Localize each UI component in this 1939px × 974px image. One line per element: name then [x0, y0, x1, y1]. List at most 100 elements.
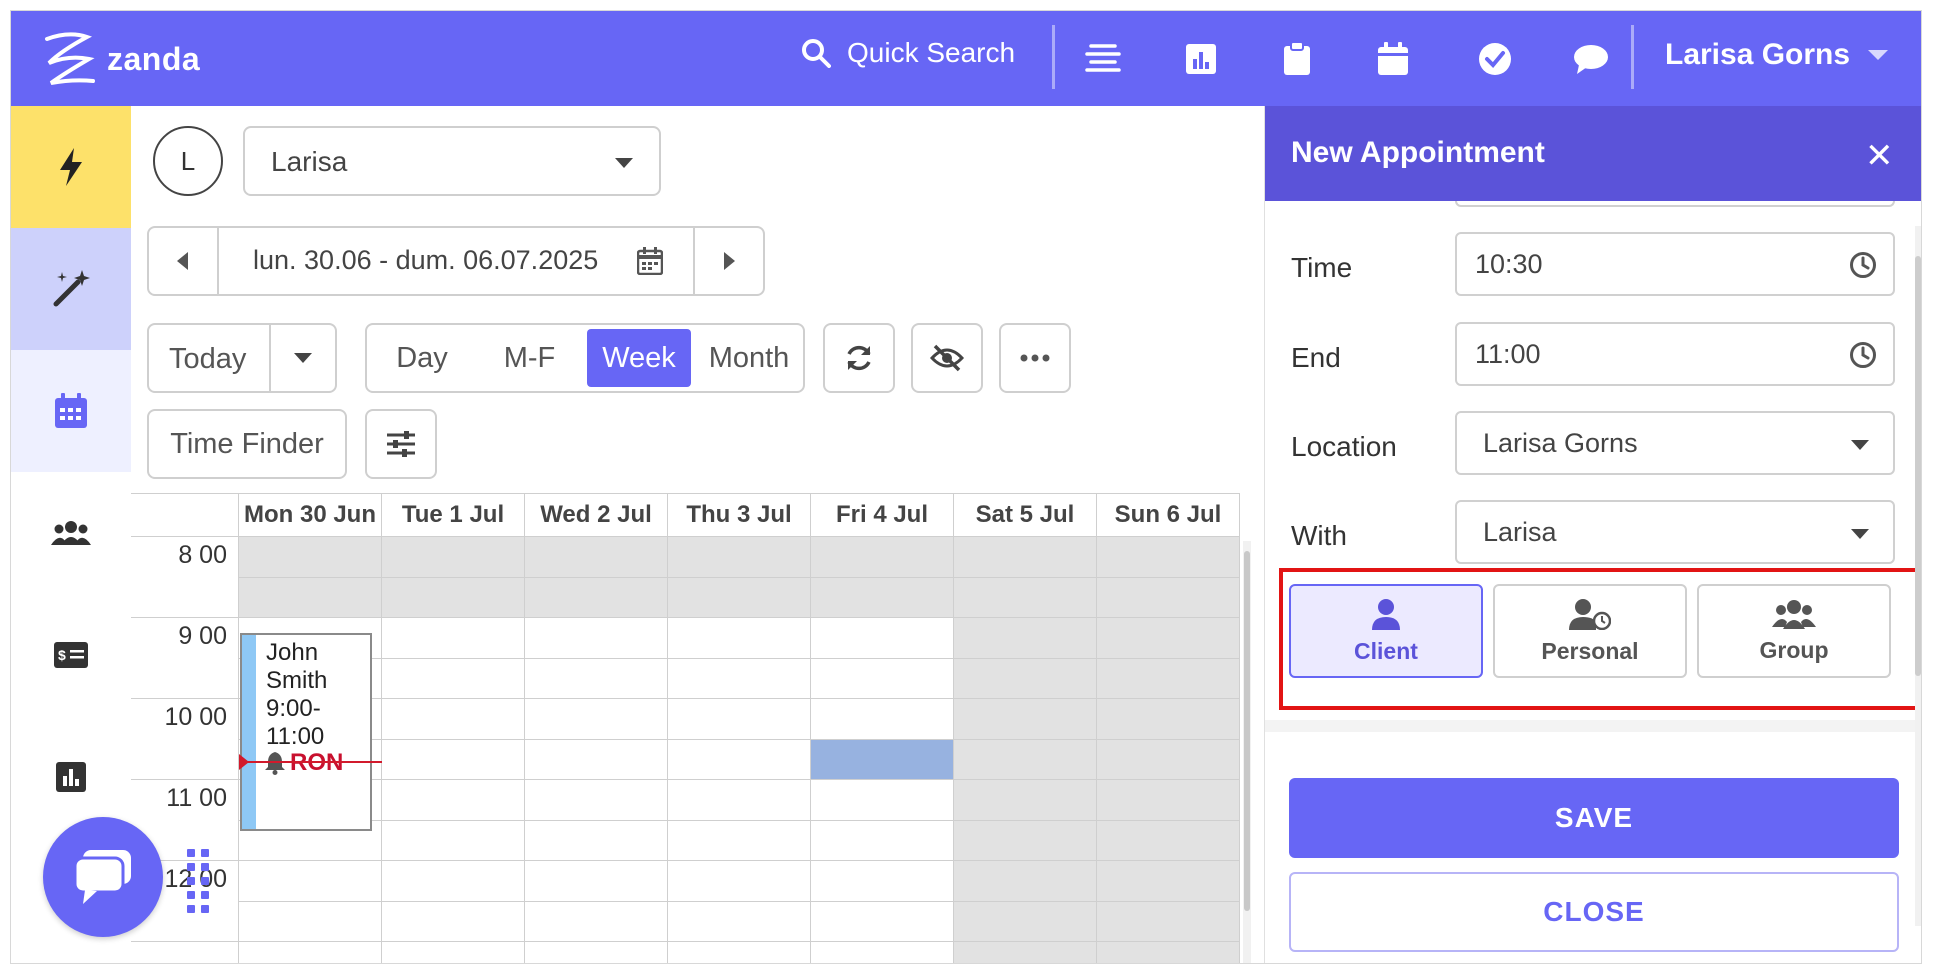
time-slot[interactable] — [668, 699, 811, 740]
day-header[interactable]: Fri 4 Jul — [811, 493, 954, 537]
view-day-button[interactable]: Day — [367, 325, 477, 391]
time-slot[interactable] — [1097, 861, 1240, 902]
time-slot[interactable] — [811, 942, 954, 963]
user-menu[interactable]: Larisa Gorns — [1665, 38, 1889, 72]
calendar-icon[interactable] — [1375, 41, 1411, 77]
time-slot[interactable] — [954, 658, 1097, 699]
today-button[interactable]: Today — [169, 343, 246, 376]
time-slot[interactable] — [1097, 699, 1240, 740]
time-slot[interactable] — [1097, 618, 1240, 659]
day-header[interactable]: Thu 3 Jul — [668, 493, 811, 537]
time-slot[interactable] — [382, 861, 525, 902]
rail-item-wizard[interactable] — [11, 228, 131, 350]
filter-settings-button[interactable] — [365, 409, 437, 479]
chat-icon[interactable] — [1573, 41, 1609, 77]
time-slot[interactable] — [382, 699, 525, 740]
day-header[interactable]: Wed 2 Jul — [525, 493, 668, 537]
time-slot[interactable] — [668, 739, 811, 780]
time-slot[interactable] — [668, 901, 811, 942]
time-slot[interactable] — [525, 699, 668, 740]
time-slot[interactable] — [954, 780, 1097, 821]
next-week-button[interactable] — [693, 228, 763, 294]
time-slot[interactable] — [668, 820, 811, 861]
time-slot[interactable] — [1097, 658, 1240, 699]
time-field[interactable]: 10:30 — [1455, 232, 1895, 296]
grid-scrollbar-thumb[interactable] — [1244, 551, 1250, 911]
time-slot[interactable] — [239, 861, 382, 902]
time-slot[interactable] — [954, 901, 1097, 942]
time-slot[interactable] — [811, 820, 954, 861]
grid-scrollbar[interactable] — [1243, 541, 1251, 963]
panel-scrollbar-thumb[interactable] — [1915, 256, 1921, 676]
time-slot[interactable] — [668, 618, 811, 659]
time-slot[interactable] — [382, 780, 525, 821]
time-slot[interactable] — [668, 861, 811, 902]
time-slot[interactable] — [1097, 780, 1240, 821]
time-slot[interactable] — [668, 537, 811, 578]
time-slot[interactable] — [668, 577, 811, 618]
day-header[interactable]: Mon 30 Jun — [239, 493, 382, 537]
toggle-visibility-button[interactable] — [911, 323, 983, 393]
menu-lines-icon[interactable] — [1085, 41, 1121, 77]
view-month-button[interactable]: Month — [695, 325, 803, 391]
clipboard-icon[interactable] — [1279, 41, 1315, 77]
day-header[interactable]: Tue 1 Jul — [382, 493, 525, 537]
location-select[interactable]: Larisa Gorns — [1455, 411, 1895, 475]
bar-chart-icon[interactable] — [1183, 41, 1219, 77]
time-slot[interactable] — [239, 901, 382, 942]
calendar-icon[interactable] — [637, 247, 663, 275]
time-slot[interactable] — [525, 537, 668, 578]
time-slot[interactable] — [668, 658, 811, 699]
close-button[interactable]: CLOSE — [1289, 872, 1899, 952]
more-options-button[interactable] — [999, 323, 1071, 393]
support-chat-button[interactable] — [43, 817, 163, 937]
time-slot[interactable] — [1097, 942, 1240, 963]
time-slot[interactable] — [525, 618, 668, 659]
time-slot[interactable] — [954, 537, 1097, 578]
time-slot[interactable] — [382, 537, 525, 578]
time-slot[interactable] — [954, 739, 1097, 780]
time-slot[interactable] — [525, 658, 668, 699]
time-slot[interactable] — [954, 820, 1097, 861]
time-slot[interactable] — [954, 618, 1097, 659]
drag-handle-icon[interactable] — [186, 849, 212, 915]
end-field[interactable]: 11:00 — [1455, 322, 1895, 386]
rail-item-clients[interactable] — [11, 472, 131, 594]
rail-item-calendar[interactable] — [11, 350, 131, 472]
time-slot[interactable] — [239, 942, 382, 963]
time-slot[interactable] — [811, 780, 954, 821]
time-slot[interactable] — [525, 861, 668, 902]
date-range-label[interactable]: lun. 30.06 - dum. 06.07.2025 — [253, 245, 598, 276]
appointment-event[interactable]: John Smith 9:00-11:00 RON — [240, 633, 372, 831]
time-slot[interactable] — [382, 820, 525, 861]
time-slot[interactable] — [382, 739, 525, 780]
save-button[interactable]: SAVE — [1289, 778, 1899, 858]
time-slot[interactable] — [382, 658, 525, 699]
view-week-button[interactable]: Week — [587, 329, 691, 387]
time-slot[interactable] — [954, 942, 1097, 963]
time-slot[interactable] — [668, 942, 811, 963]
time-slot[interactable] — [382, 901, 525, 942]
time-slot[interactable] — [382, 577, 525, 618]
time-slot[interactable] — [525, 739, 668, 780]
time-slot[interactable] — [811, 861, 954, 902]
time-slot[interactable] — [1097, 577, 1240, 618]
time-slot[interactable] — [1097, 537, 1240, 578]
time-slot[interactable] — [239, 537, 382, 578]
time-slot[interactable] — [525, 820, 668, 861]
time-slot[interactable] — [382, 942, 525, 963]
time-slot[interactable] — [811, 537, 954, 578]
time-slot[interactable] — [525, 901, 668, 942]
time-slot[interactable] — [1097, 901, 1240, 942]
practitioner-select[interactable]: Larisa — [243, 126, 661, 196]
close-icon[interactable]: ✕ — [1865, 136, 1894, 176]
avatar[interactable]: L — [153, 126, 223, 196]
zanda-logo[interactable]: zanda — [39, 29, 200, 89]
quick-search[interactable]: Quick Search — [801, 37, 1015, 69]
time-slot[interactable] — [1097, 739, 1240, 780]
with-select[interactable]: Larisa — [1455, 500, 1895, 564]
time-slot[interactable] — [382, 618, 525, 659]
panel-scrollbar[interactable] — [1915, 226, 1921, 926]
rail-item-quick-actions[interactable] — [11, 106, 131, 228]
time-slot[interactable] — [954, 699, 1097, 740]
